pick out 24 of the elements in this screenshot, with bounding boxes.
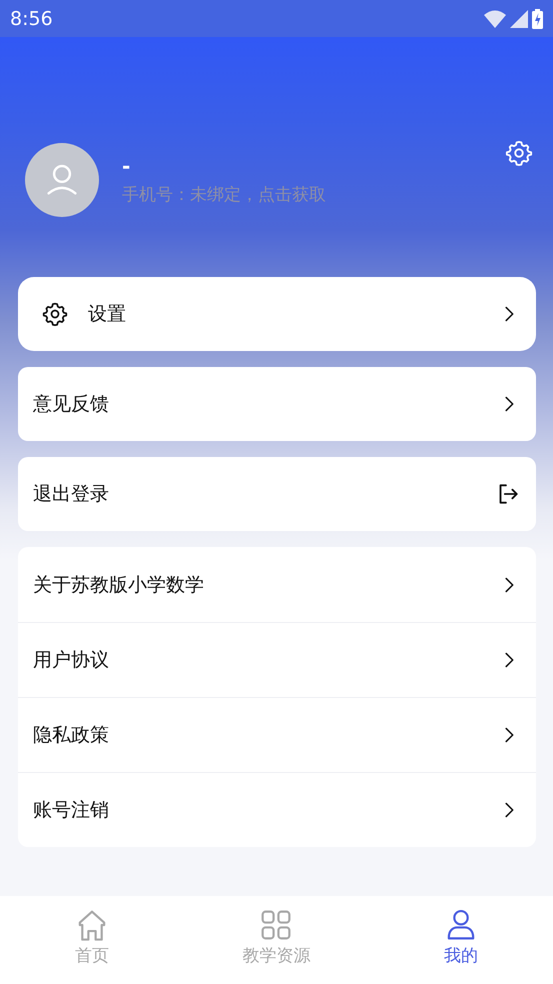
status-time: 8:56: [10, 8, 54, 30]
menu-label: 退出登录: [33, 482, 110, 507]
menu-card[interactable]: 设置: [18, 277, 536, 351]
user-name: -: [122, 154, 132, 178]
list-item[interactable]: 关于苏教版小学数学: [18, 547, 536, 622]
signal-icon: [510, 10, 528, 28]
list-item[interactable]: 账号注销: [18, 772, 536, 847]
wifi-icon: [484, 10, 506, 28]
menu-card[interactable]: 意见反馈: [18, 367, 536, 441]
grid-icon: [259, 908, 294, 942]
person-icon: [45, 163, 79, 197]
battery-icon: [532, 8, 543, 28]
settings-icon[interactable]: [505, 139, 533, 167]
tab[interactable]: 我的: [368, 908, 553, 984]
settings-icon: [42, 301, 68, 327]
menu-card[interactable]: 退出登录: [18, 457, 536, 531]
menu-label: 设置: [88, 302, 127, 327]
item-label: 账号注销: [33, 798, 110, 823]
item-label: 用户协议: [33, 648, 110, 673]
menu-label: 意见反馈: [33, 392, 110, 417]
list-item[interactable]: 用户协议: [18, 622, 536, 697]
item-label: 隐私政策: [33, 723, 110, 748]
item-label: 关于苏教版小学数学: [33, 572, 205, 598]
list-item[interactable]: 隐私政策: [18, 697, 536, 772]
